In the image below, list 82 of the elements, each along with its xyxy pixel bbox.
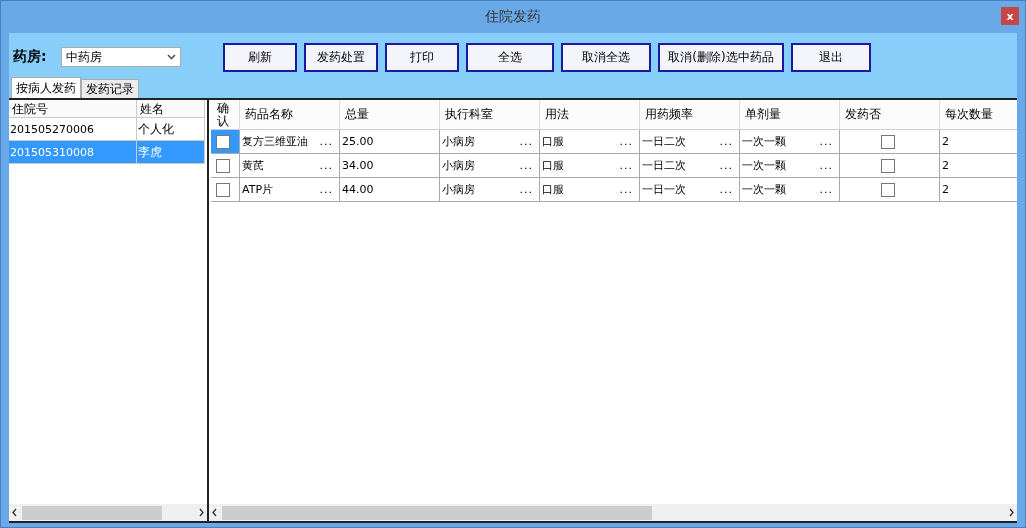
cell-text: 一日二次 [642,158,686,173]
column-header: 住院号 [9,100,137,118]
cell-text: 小病房 [442,182,475,197]
checkbox[interactable] [880,182,895,197]
checkbox-cell[interactable] [211,154,240,178]
ellipsis-button[interactable]: ... [319,135,333,148]
scrollbar-thumb[interactable] [222,505,652,520]
ellipsis-button[interactable]: ... [519,159,533,172]
cell-text: 复方三维亚油 [242,134,308,149]
cell-text: 口服 [542,158,564,173]
checkbox-cell[interactable] [211,130,240,154]
chevron-down-icon [167,54,176,60]
ellipsis-button[interactable]: ... [619,183,633,196]
column-header: 用药频率 [640,100,740,130]
ellipsis-button[interactable]: ... [319,183,333,196]
cell-text: 一日二次 [642,134,686,149]
ellipsis-button[interactable]: ... [619,159,633,172]
checkbox-cell[interactable] [840,178,940,202]
cell-text: 一次一颗 [742,134,786,149]
column-header: 总量 [340,100,440,130]
toolbar-button[interactable]: 打印 [385,42,459,72]
scroll-left-icon[interactable] [11,508,18,517]
cell-text: 44.00 [342,183,374,196]
ellipsis-button[interactable]: ... [319,159,333,172]
column-header: 发药否 [840,100,940,130]
checkbox-cell[interactable] [211,178,240,202]
toolbar-button[interactable]: 退出 [791,42,871,72]
scrollbar-thumb[interactable] [22,505,162,520]
toolbar-button[interactable]: 发药处置 [304,42,378,72]
cell-text: 黄芪 [242,158,264,173]
toolbar-button[interactable]: 刷新 [223,42,297,72]
checkbox[interactable] [216,158,230,173]
checkbox[interactable] [880,134,895,149]
cell-text: 一次一颗 [742,158,786,173]
ellipsis-button[interactable]: ... [519,135,533,148]
checkbox[interactable] [880,158,895,173]
column-header: 单剂量 [740,100,840,130]
cell-text: 小病房 [442,134,475,149]
ellipsis-button[interactable]: ... [719,135,733,148]
table-cell[interactable]: 个人化 [137,118,205,141]
scroll-left-icon[interactable] [211,508,218,517]
pharmacy-dropdown[interactable]: 中药房 [61,47,181,67]
cell-text: 口服 [542,182,564,197]
column-header: 执行科室 [440,100,540,130]
tab[interactable]: 按病人发药 [11,77,81,98]
column-header: 确认 [211,100,240,130]
horizontal-scrollbar[interactable] [209,504,1017,523]
close-button[interactable]: x [1001,7,1019,25]
cell-text: ATP片 [242,182,274,197]
table-cell[interactable]: 201505270006 [9,118,137,141]
ellipsis-button[interactable]: ... [819,183,833,196]
ellipsis-button[interactable]: ... [519,183,533,196]
pharmacy-label: 药房: [13,48,48,66]
cell-text: 一次一颗 [742,182,786,197]
ellipsis-button[interactable]: ... [719,159,733,172]
checkbox[interactable] [216,134,230,149]
column-header: 姓名 [137,100,205,118]
toolbar-button[interactable]: 取消(删除)选中药品 [658,42,784,72]
cell-text: 2 [942,183,949,196]
cell-text: 25.00 [342,135,374,148]
column-header: 药品名称 [240,100,340,130]
ellipsis-button[interactable]: ... [819,159,833,172]
checkbox-cell[interactable] [840,154,940,178]
checkbox-cell[interactable] [840,130,940,154]
cell-text: 2 [942,135,949,148]
window-title: 住院发药 [485,8,541,26]
scroll-right-icon[interactable] [1008,508,1015,517]
cell-text: 小病房 [442,158,475,173]
cell-text: 34.00 [342,159,374,172]
cell-text: 一日一次 [642,182,686,197]
cell-text: 2 [942,159,949,172]
checkbox[interactable] [216,182,230,197]
ellipsis-button[interactable]: ... [619,135,633,148]
ellipsis-button[interactable]: ... [719,183,733,196]
column-header: 用法 [540,100,640,130]
toolbar-button[interactable]: 取消全选 [561,42,651,72]
toolbar-button[interactable]: 全选 [466,42,554,72]
scroll-right-icon[interactable] [198,508,205,517]
tab[interactable]: 发药记录 [81,79,139,98]
cell-text: 口服 [542,134,564,149]
ellipsis-button[interactable]: ... [819,135,833,148]
horizontal-scrollbar[interactable] [9,504,207,523]
